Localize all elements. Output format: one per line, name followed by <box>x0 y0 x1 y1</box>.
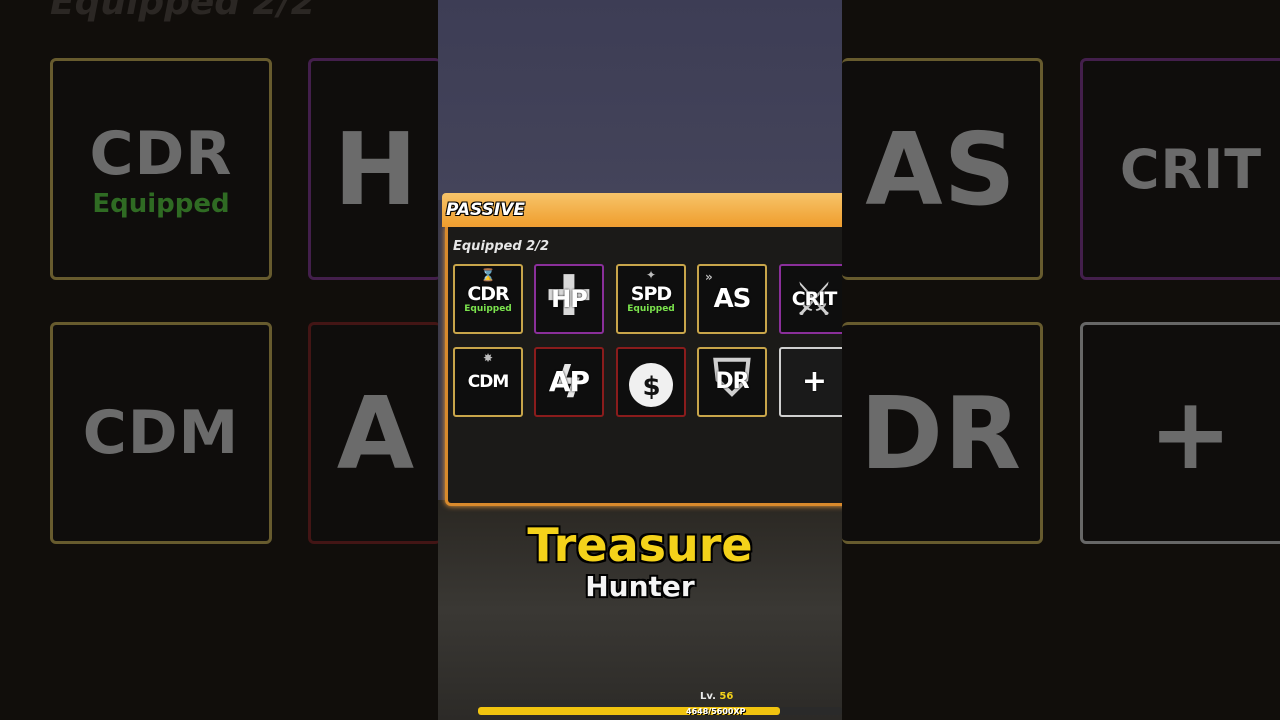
equipped-count: Equipped 2/2 <box>453 239 549 254</box>
explosion-icon: ✸ <box>482 351 494 365</box>
passive-slot-spd-status: Equipped <box>627 304 675 314</box>
level-number: 56 <box>719 691 734 702</box>
passive-slot-dr[interactable]: ⛉ DR <box>697 347 767 417</box>
passive-slot-dr-label: DR <box>715 369 749 394</box>
passive-panel: PASSIVE Equipped 2/2 ⌛ CDR Equipped ✚ HP… <box>442 193 842 509</box>
background-shade-right <box>842 0 1280 720</box>
passive-slot-cdm[interactable]: ✸ CDM <box>453 347 523 417</box>
passive-slot-hp[interactable]: ✚ HP <box>534 264 604 334</box>
passive-slot-money[interactable]: $ <box>616 347 686 417</box>
xp-bar <box>478 707 842 715</box>
level-indicator: Lv. 56 <box>700 691 733 702</box>
passive-slot-cdr-status: Equipped <box>464 304 512 314</box>
passive-slot-spd-label: SPD <box>630 283 672 305</box>
passive-slot-cdm-label: CDM <box>467 372 510 392</box>
passive-slot-as-label: AS <box>713 284 752 314</box>
attack-speed-icon: » <box>705 270 713 284</box>
passive-slot-as[interactable]: » AS <box>697 264 767 334</box>
game-view: PASSIVE Equipped 2/2 ⌛ CDR Equipped ✚ HP… <box>438 0 842 720</box>
speed-icon: ✦ <box>645 268 657 282</box>
passive-slot-ap[interactable]: ϟ AP <box>534 347 604 417</box>
passive-tab-label: PASSIVE <box>446 200 526 220</box>
passive-slot-crit-label: CRIT <box>791 288 838 310</box>
passive-slot-cdr-label: CDR <box>467 283 509 305</box>
passive-slot-ap-label: AP <box>548 365 590 398</box>
hourglass-icon: ⌛ <box>480 268 496 282</box>
caption-line-1: Treasure <box>527 518 753 572</box>
xp-text: 4648/5600XP <box>686 707 746 716</box>
game-sky <box>438 0 842 200</box>
background-shade-left <box>0 0 438 720</box>
passive-slot-add[interactable]: + <box>779 347 842 417</box>
passive-slot-crit[interactable]: ⚔ CRIT <box>779 264 842 334</box>
plus-icon: + <box>801 364 827 399</box>
level-prefix: Lv. <box>700 691 716 702</box>
passive-tab[interactable]: PASSIVE <box>442 193 842 227</box>
passive-slot-hp-label: HP <box>551 285 588 313</box>
passive-slot-spd[interactable]: ✦ SPD Equipped <box>616 264 686 334</box>
caption-line-2: Hunter <box>585 570 695 603</box>
passive-slot-money-label: $ <box>642 372 660 402</box>
passive-slot-cdr[interactable]: ⌛ CDR Equipped <box>453 264 523 334</box>
